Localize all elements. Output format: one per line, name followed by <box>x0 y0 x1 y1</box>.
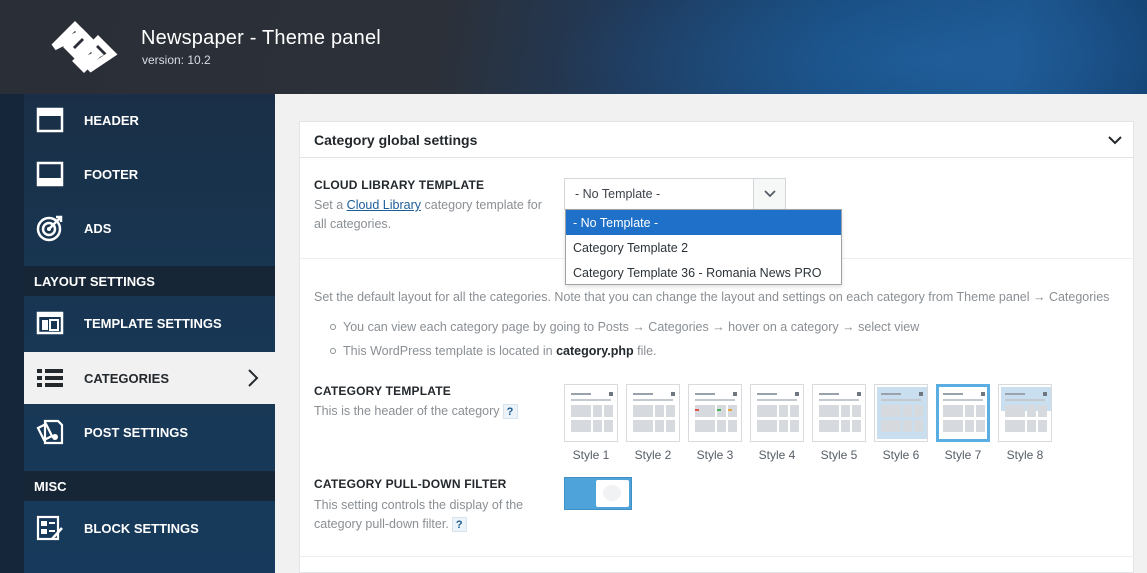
cloud-library-desc: Set a Cloud Library category template fo… <box>314 198 542 231</box>
sidebar-item-label: TEMPLATE SETTINGS <box>84 315 222 331</box>
chevron-down-icon[interactable] <box>1107 132 1123 148</box>
toggle-knob <box>596 480 629 507</box>
help-icon[interactable]: ? <box>451 517 467 532</box>
dropdown-option[interactable]: - No Template - <box>566 210 841 235</box>
sidebar-item-label: POST SETTINGS <box>84 424 189 440</box>
sidebar-item-block-settings[interactable]: BLOCK SETTINGS <box>24 502 275 554</box>
header-icon <box>36 106 64 134</box>
sidebar-item-ads[interactable]: ADS <box>24 202 275 254</box>
cloud-library-title: CLOUD LIBRARY TEMPLATE <box>314 178 485 192</box>
sidebar-item-header[interactable]: HEADER <box>24 94 275 146</box>
bullet-view-category: You can view each category page by going… <box>330 320 919 334</box>
panel-header[interactable]: Category global settings <box>300 122 1133 158</box>
sidebar-item-template-settings[interactable]: TEMPLATE SETTINGS <box>24 297 275 349</box>
block-icon <box>36 514 64 542</box>
style-thumbnail[interactable] <box>688 384 742 442</box>
pulldown-filter-desc: This setting controls the display of the… <box>314 498 524 532</box>
sidebar-item-label: FOOTER <box>84 166 139 182</box>
sidebar-item-label: BLOCK SETTINGS <box>84 520 199 536</box>
category-template-title: CATEGORY TEMPLATE <box>314 384 451 398</box>
help-icon[interactable]: ? <box>502 404 518 419</box>
category-template-desc: This is the header of the category? <box>314 402 518 421</box>
dropdown-option[interactable]: Category Template 2 <box>566 235 841 260</box>
style-label: Style 2 <box>634 448 672 462</box>
main-content: Category global settings CLOUD LIBRARY T… <box>275 94 1147 573</box>
style-label: Style 8 <box>1006 448 1044 462</box>
post-icon <box>36 418 64 446</box>
cloud-template-select[interactable]: - No Template - <box>564 178 786 210</box>
style-thumbnail[interactable] <box>998 384 1052 442</box>
sidebar: HEADER FOOTER ADS LAYOUT SETTINGS TEMPLA… <box>24 94 275 573</box>
sidebar-heading-misc: MISC <box>24 471 275 501</box>
sidebar-item-categories[interactable]: CATEGORIES <box>24 352 275 404</box>
style-thumbnail[interactable] <box>812 384 866 442</box>
bullet-template-file: This WordPress template is located in ca… <box>330 344 657 358</box>
app-title: Newspaper - Theme panel <box>141 27 381 49</box>
sidebar-item-label: ADS <box>84 220 112 236</box>
chevron-down-icon[interactable] <box>753 179 785 209</box>
template-filename: category.php <box>556 344 634 358</box>
style-thumbnail[interactable] <box>936 384 990 442</box>
pulldown-filter-toggle[interactable] <box>564 477 632 510</box>
target-icon <box>36 214 64 242</box>
layout-description: Set the default layout for all the categ… <box>314 290 1110 304</box>
panel-title: Category global settings <box>314 132 478 148</box>
cloud-library-link[interactable]: Cloud Library <box>347 198 421 212</box>
app-version: version: 10.2 <box>142 53 211 67</box>
style-label: Style 3 <box>696 448 734 462</box>
template-icon <box>36 309 64 337</box>
style-thumbnail[interactable] <box>564 384 618 442</box>
style-label: Style 7 <box>944 448 982 462</box>
style-thumbnail[interactable] <box>750 384 804 442</box>
style-thumbnail[interactable] <box>874 384 928 442</box>
cloud-template-dropdown: - No Template - Category Template 2 Cate… <box>565 209 842 285</box>
sidebar-item-post-settings[interactable]: POST SETTINGS <box>24 406 275 458</box>
dropdown-option[interactable]: Category Template 36 - Romania News PRO <box>566 260 841 285</box>
footer-icon <box>36 160 64 188</box>
style-label: Style 5 <box>820 448 858 462</box>
style-label: Style 6 <box>882 448 920 462</box>
list-icon <box>36 364 64 392</box>
sidebar-item-footer[interactable]: FOOTER <box>24 148 275 200</box>
style-thumbnail[interactable] <box>626 384 680 442</box>
newspaper-logo-icon <box>51 21 118 73</box>
sidebar-item-label: CATEGORIES <box>84 370 169 386</box>
style-label: Style 4 <box>758 448 796 462</box>
pulldown-filter-title: CATEGORY PULL-DOWN FILTER <box>314 477 507 491</box>
settings-panel: Category global settings CLOUD LIBRARY T… <box>299 121 1134 573</box>
sidebar-heading-layout: LAYOUT SETTINGS <box>24 266 275 296</box>
sidebar-item-label: HEADER <box>84 112 139 128</box>
chevron-right-icon <box>247 368 259 391</box>
divider <box>300 556 1133 557</box>
style-label: Style 1 <box>572 448 610 462</box>
top-header: Newspaper - Theme panel version: 10.2 <box>0 0 1147 94</box>
select-value: - No Template - <box>575 187 661 201</box>
